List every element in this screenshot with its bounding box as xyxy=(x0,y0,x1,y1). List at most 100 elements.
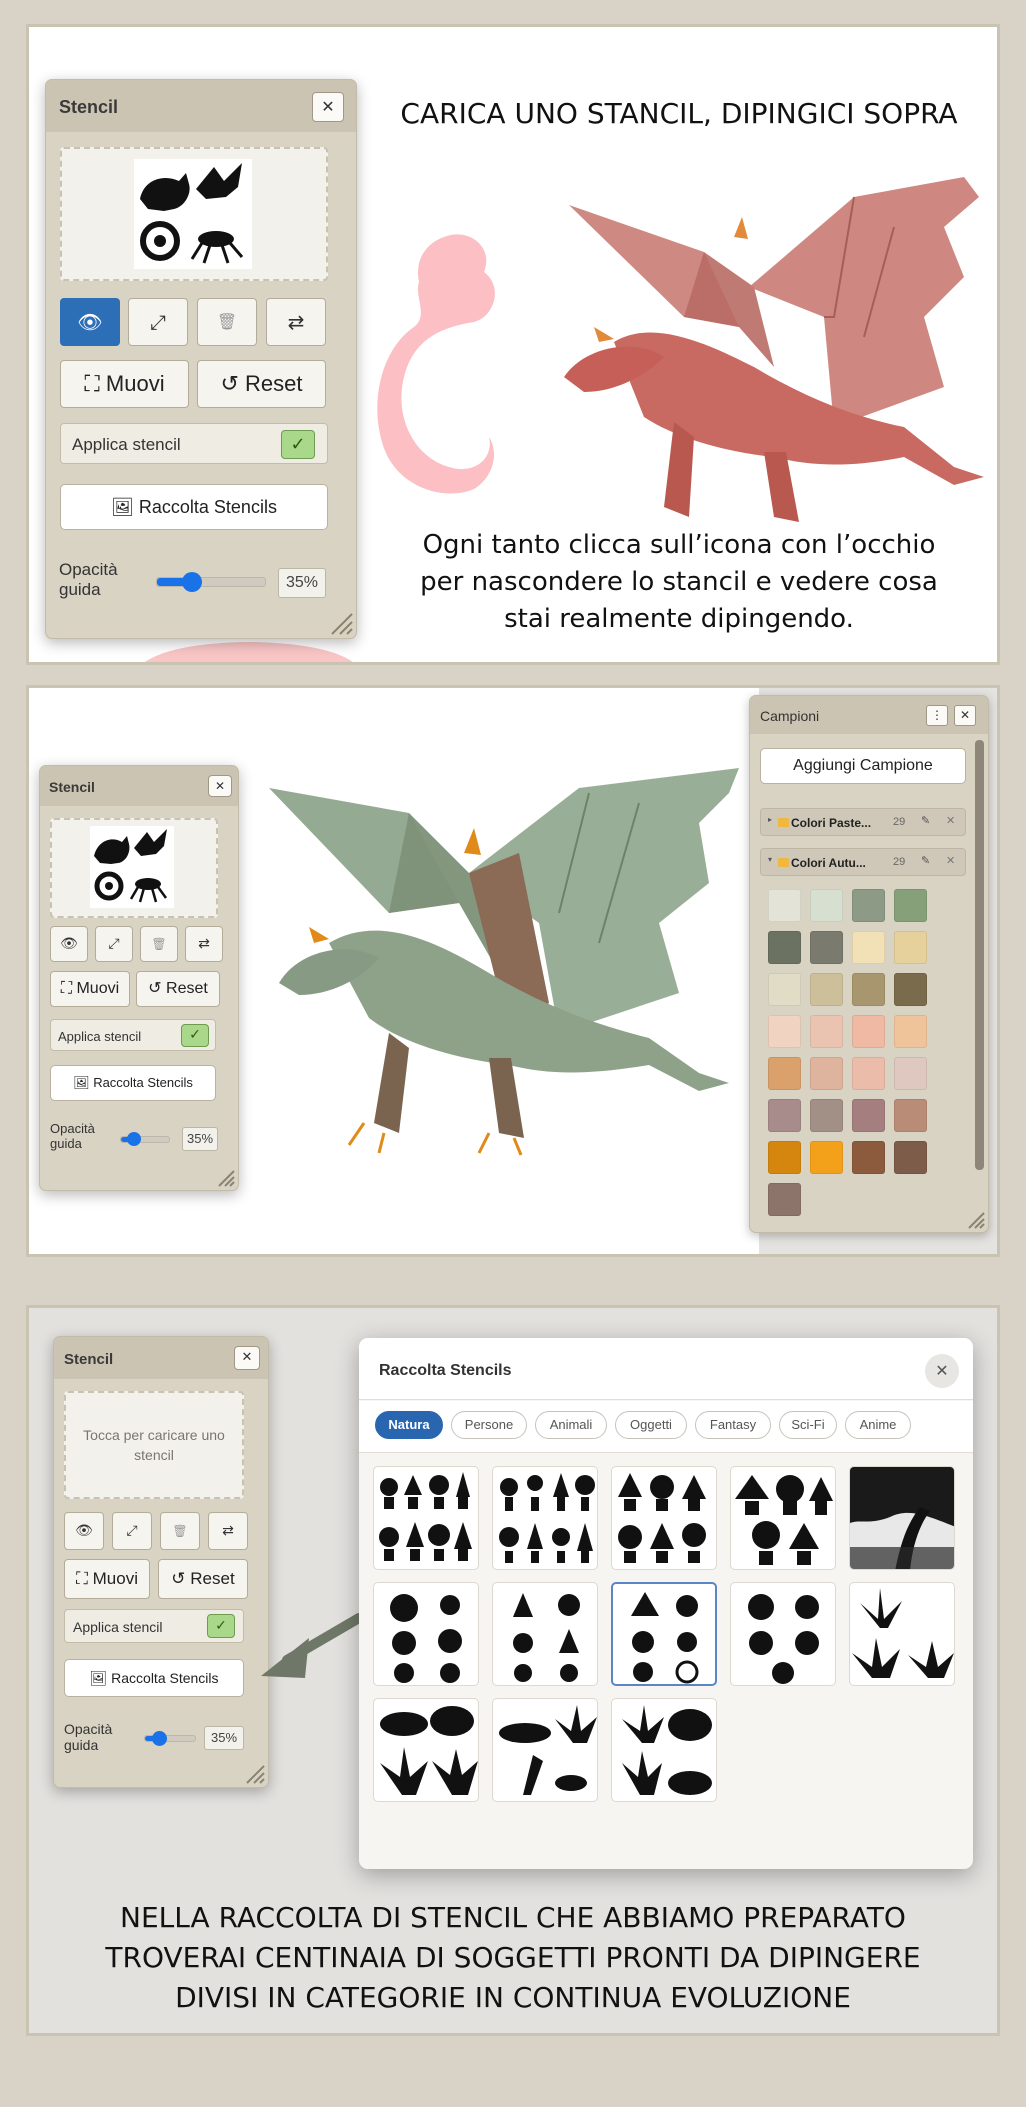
apply-stencil-row[interactable]: Applica stencil ✓ xyxy=(50,1019,216,1051)
resize-stencil-button[interactable]: ⤢ xyxy=(95,926,133,962)
color-swatch[interactable] xyxy=(894,1057,927,1090)
color-swatch[interactable] xyxy=(852,1057,885,1090)
campioni-scrollbar[interactable] xyxy=(975,740,984,1170)
apply-stencil-checkbox[interactable]: ✓ xyxy=(281,430,315,459)
delete-stencil-button[interactable]: 🗑 xyxy=(160,1512,200,1550)
reset-button[interactable]: ↺ Reset xyxy=(136,971,220,1007)
stencil-upload-area[interactable]: Tocca per caricare uno stencil xyxy=(64,1391,244,1499)
tab-fantasy[interactable]: Fantasy xyxy=(695,1411,771,1439)
color-swatch[interactable] xyxy=(768,973,801,1006)
color-swatch[interactable] xyxy=(768,1099,801,1132)
apply-stencil-checkbox[interactable]: ✓ xyxy=(207,1614,235,1638)
collapse-arrow-icon[interactable]: ▸ xyxy=(768,815,772,824)
opacity-slider-thumb[interactable] xyxy=(182,572,202,592)
color-swatch[interactable] xyxy=(810,1099,843,1132)
color-swatch[interactable] xyxy=(894,1015,927,1048)
move-button[interactable]: ⛶ Muovi xyxy=(50,971,130,1007)
opacity-slider-thumb[interactable] xyxy=(127,1132,141,1146)
flip-stencil-button[interactable]: ⇄ xyxy=(208,1512,248,1550)
toggle-visibility-button[interactable]: 👁 xyxy=(60,298,120,346)
stencil-tile-bushes-2[interactable] xyxy=(492,1698,598,1802)
apply-stencil-row[interactable]: Applica stencil ✓ xyxy=(60,423,328,464)
tab-anime[interactable]: Anime xyxy=(845,1411,911,1439)
tab-natura[interactable]: Natura xyxy=(375,1411,443,1439)
color-swatch[interactable] xyxy=(768,1183,801,1216)
color-swatch[interactable] xyxy=(894,973,927,1006)
stencil-collection-button[interactable]: 🖼 Raccolta Stencils xyxy=(64,1659,244,1697)
stencil-tile-tree-photo[interactable] xyxy=(849,1466,955,1570)
tab-persone[interactable]: Persone xyxy=(451,1411,527,1439)
campioni-menu-icon[interactable]: ⋮ xyxy=(926,705,948,726)
flip-stencil-button[interactable]: ⇄ xyxy=(185,926,223,962)
color-swatch[interactable] xyxy=(768,931,801,964)
stencil-collection-button[interactable]: 🖼 Raccolta Stencils xyxy=(50,1065,216,1101)
reset-button[interactable]: ↺ Reset xyxy=(158,1559,248,1599)
color-swatch[interactable] xyxy=(810,889,843,922)
move-button[interactable]: ⛶ Muovi xyxy=(60,360,189,408)
campioni-close-button[interactable]: ✕ xyxy=(954,705,976,726)
tab-scifi[interactable]: Sci-Fi xyxy=(779,1411,837,1439)
panel-resize-handle-icon[interactable] xyxy=(244,1763,266,1785)
color-swatch[interactable] xyxy=(768,889,801,922)
color-swatch[interactable] xyxy=(768,1141,801,1174)
stencil-tile-flowers-2[interactable] xyxy=(492,1582,598,1686)
move-button[interactable]: ⛶ Muovi xyxy=(64,1559,150,1599)
color-swatch[interactable] xyxy=(768,1057,801,1090)
tab-oggetti[interactable]: Oggetti xyxy=(615,1411,687,1439)
color-swatch[interactable] xyxy=(852,1141,885,1174)
color-swatch[interactable] xyxy=(852,1015,885,1048)
swatch-group-pastel[interactable]: ▸ Colori Paste... 29 ✎ ✕ xyxy=(760,808,966,836)
stencil-panel-close-button[interactable]: ✕ xyxy=(234,1346,260,1370)
color-swatch[interactable] xyxy=(894,889,927,922)
toggle-visibility-button[interactable]: 👁 xyxy=(50,926,88,962)
stencil-preview[interactable] xyxy=(50,818,218,918)
color-swatch[interactable] xyxy=(810,1141,843,1174)
delete-group-icon[interactable]: ✕ xyxy=(946,854,955,867)
color-swatch[interactable] xyxy=(894,1099,927,1132)
color-swatch[interactable] xyxy=(852,931,885,964)
color-swatch[interactable] xyxy=(894,1141,927,1174)
stencil-tile-flowers-3-selected[interactable] xyxy=(611,1582,717,1686)
color-swatch[interactable] xyxy=(810,1057,843,1090)
edit-icon[interactable]: ✎ xyxy=(921,814,930,827)
color-swatch[interactable] xyxy=(810,973,843,1006)
add-sample-button[interactable]: Aggiungi Campione xyxy=(760,748,966,784)
swatch-group-autumn[interactable]: ▾ Colori Autu... 29 ✎ ✕ xyxy=(760,848,966,876)
stencil-collection-button[interactable]: 🖼 Raccolta Stencils xyxy=(60,484,328,530)
stencil-preview[interactable] xyxy=(60,147,328,281)
stencil-tile-bushes-1[interactable] xyxy=(373,1698,479,1802)
resize-stencil-button[interactable]: ⤢ xyxy=(112,1512,152,1550)
delete-stencil-button[interactable]: 🗑 xyxy=(140,926,178,962)
expand-arrow-icon[interactable]: ▾ xyxy=(768,855,772,864)
color-swatch[interactable] xyxy=(852,1099,885,1132)
stencil-panel-close-button[interactable]: ✕ xyxy=(312,92,344,122)
stencil-tile-plants-2[interactable] xyxy=(492,1466,598,1570)
apply-stencil-checkbox[interactable]: ✓ xyxy=(181,1024,209,1047)
panel-resize-handle-icon[interactable] xyxy=(216,1168,236,1188)
stencil-tile-plants-3[interactable] xyxy=(611,1466,717,1570)
panel-resize-handle-icon[interactable] xyxy=(328,610,354,636)
color-swatch[interactable] xyxy=(852,889,885,922)
opacity-slider-thumb[interactable] xyxy=(152,1731,167,1746)
stencil-tile-bushes-3[interactable] xyxy=(611,1698,717,1802)
stencil-tile-plants-4[interactable] xyxy=(730,1466,836,1570)
color-swatch[interactable] xyxy=(894,931,927,964)
stencil-tile-grass-1[interactable] xyxy=(849,1582,955,1686)
tab-animali[interactable]: Animali xyxy=(535,1411,607,1439)
stencil-panel-close-button[interactable]: ✕ xyxy=(208,775,232,797)
flip-stencil-button[interactable]: ⇄ xyxy=(266,298,326,346)
stencil-tile-flowers-1[interactable] xyxy=(373,1582,479,1686)
dialog-close-button[interactable]: ✕ xyxy=(925,1354,959,1388)
apply-stencil-row[interactable]: Applica stencil ✓ xyxy=(64,1609,244,1643)
reset-button[interactable]: ↺ Reset xyxy=(197,360,326,408)
color-swatch[interactable] xyxy=(810,931,843,964)
stencil-tile-plants-1[interactable] xyxy=(373,1466,479,1570)
delete-stencil-button[interactable]: 🗑 xyxy=(197,298,257,346)
color-swatch[interactable] xyxy=(768,1015,801,1048)
opacity-slider[interactable] xyxy=(156,577,266,587)
color-swatch[interactable] xyxy=(810,1015,843,1048)
panel-resize-handle-icon[interactable] xyxy=(966,1210,986,1230)
edit-icon[interactable]: ✎ xyxy=(921,854,930,867)
toggle-visibility-button[interactable]: 👁 xyxy=(64,1512,104,1550)
stencil-tile-flowers-4[interactable] xyxy=(730,1582,836,1686)
